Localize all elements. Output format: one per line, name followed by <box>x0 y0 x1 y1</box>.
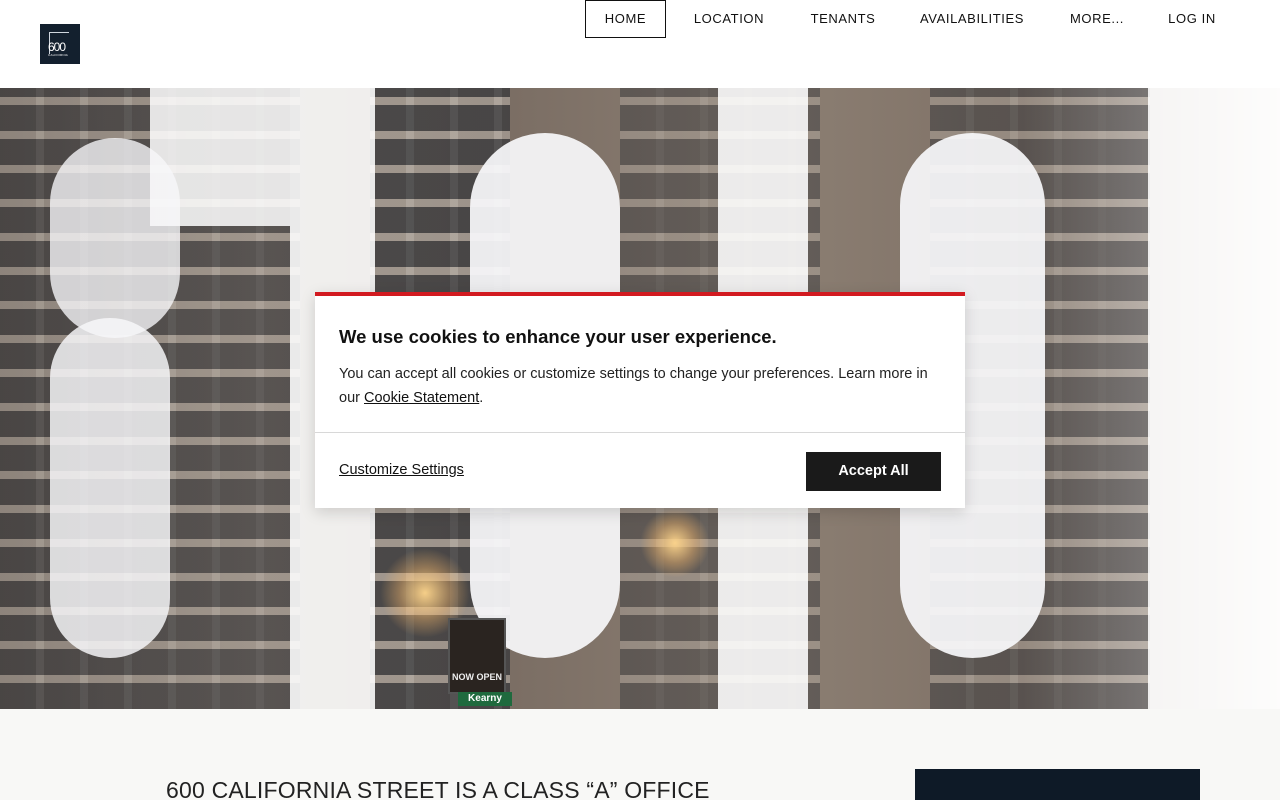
accept-all-button[interactable]: Accept All <box>806 452 941 491</box>
storefront-sign-text: NOW OPEN <box>452 672 503 682</box>
cookie-title: We use cookies to enhance your user expe… <box>339 326 777 347</box>
customize-settings-link[interactable]: Customize Settings <box>339 462 464 478</box>
nav-availabilities[interactable]: AVAILABILITIES <box>912 0 1032 38</box>
intro-headline: 600 CALIFORNIA STREET IS A CLASS “A” OFF… <box>166 777 710 800</box>
nav-location[interactable]: LOCATION <box>682 0 776 38</box>
mask-right <box>1148 88 1280 709</box>
site-header: 600 CALIFORNIA HOME LOCATION TENANTS AVA… <box>0 0 1280 88</box>
cookie-consent-dialog: We use cookies to enhance your user expe… <box>315 292 965 508</box>
nav-tenants[interactable]: TENANTS <box>800 0 886 38</box>
nav-login[interactable]: LOG IN <box>1158 0 1226 38</box>
intro-section: 600 CALIFORNIA STREET IS A CLASS “A” OFF… <box>0 709 1280 800</box>
logo-number: 600 <box>48 40 66 54</box>
cookie-statement-link[interactable]: Cookie Statement <box>364 390 479 406</box>
cookie-body: You can accept all cookies or customize … <box>339 362 949 410</box>
six-top <box>50 138 180 338</box>
six-stem <box>50 318 170 658</box>
nav-more[interactable]: MORE... <box>1060 0 1134 38</box>
logo-subtext: CALIFORNIA <box>48 53 69 57</box>
cookie-body-suffix: . <box>479 390 484 406</box>
storefront-sign <box>448 618 506 694</box>
building-logo-icon[interactable]: 600 CALIFORNIA <box>40 24 80 64</box>
street-sign: Kearny <box>458 692 512 706</box>
sidebar-panel <box>915 769 1200 800</box>
cookie-divider <box>315 432 965 433</box>
nav-home[interactable]: HOME <box>585 0 666 38</box>
light-glow <box>640 508 710 578</box>
